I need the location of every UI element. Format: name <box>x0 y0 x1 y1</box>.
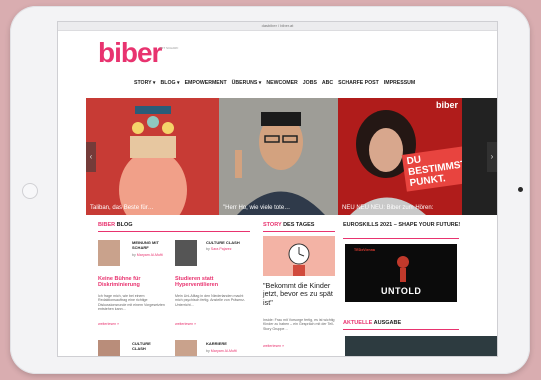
story-divider <box>263 231 335 232</box>
blog-title-rest: BLOG <box>115 222 133 228</box>
story-excerpt: Inside: Frau mit Vorsorge fertig, es ist… <box>263 318 335 331</box>
story-more[interactable]: weiterlesen » <box>263 344 284 348</box>
carousel-next-icon[interactable]: › <box>487 142 497 172</box>
blog-category-4[interactable]: KARRIERE <box>206 341 252 347</box>
blog-headline-2[interactable]: Studieren statt Hyperventilieren <box>175 276 251 289</box>
story-title-rest: DES TAGES <box>281 222 315 228</box>
blog-divider <box>98 231 250 232</box>
nav-scharfe-post[interactable]: SCHARFE POST <box>338 80 379 90</box>
nav-impressum[interactable]: IMPRESSUM <box>384 80 415 90</box>
hero-slide-1[interactable]: Taliban, das Beste für… <box>86 98 219 215</box>
nav-story[interactable]: STORY ▾ <box>134 80 156 90</box>
site-logo[interactable]: biber <box>98 38 162 68</box>
blog-category-3[interactable]: CULTURE CLASH <box>132 341 162 352</box>
current-issue-cover[interactable] <box>345 336 497 356</box>
blog-excerpt-1: Ich frage mich, wie bei einem Redaktions… <box>98 294 165 312</box>
blog-more-1[interactable]: weiterlesen » <box>98 322 119 326</box>
current-divider <box>343 329 459 330</box>
browser-screen: dasbiber / biber.at biber MIT SCHARF STO… <box>58 22 497 356</box>
home-button[interactable] <box>22 183 38 199</box>
address-bar[interactable]: dasbiber / biber.at <box>58 22 497 31</box>
nav-jobs[interactable]: JOBS <box>303 80 317 90</box>
hero-carousel: Taliban, das Beste für… "Herr Ho, wie vi… <box>86 98 497 215</box>
story-headline[interactable]: "Bekommt die Kinder jetzt, bevor es zu s… <box>263 281 335 307</box>
clock-illustration-icon <box>263 236 335 276</box>
blog-thumb-1[interactable] <box>98 240 120 266</box>
story-section-title: STORY DES TAGES <box>263 222 314 228</box>
story-title-pink: STORY <box>263 222 282 228</box>
blog-byline-4: by Maryam Al-Mufti <box>206 349 237 353</box>
blog-excerpt-2: Mein Uni-Alltag in den Niederlanden mach… <box>175 294 246 307</box>
blog-title-pink: BIBER <box>98 222 116 228</box>
nav-newcomer[interactable]: NEWCOMER <box>266 80 297 90</box>
hero-slide-2[interactable]: "Herr Ho, wie viele tote… <box>219 98 338 215</box>
portrait-man-icon <box>219 98 338 215</box>
blog-section-title: BIBER BLOG <box>98 222 133 228</box>
main-nav: STORY ▾ BLOG ▾ EMPOWERMENT ÜBERUNS ▾ NEW… <box>134 80 494 90</box>
camera-icon <box>518 187 523 192</box>
blog-category-1[interactable]: MEINUNG MIT SCHARF <box>132 240 172 251</box>
hero-caption-1: Taliban, das Beste für… <box>90 205 154 211</box>
blog-category-2[interactable]: CULTURE CLASH <box>206 240 252 246</box>
blog-more-2[interactable]: weiterlesen » <box>175 322 196 326</box>
current-title-rest: AUSGABE <box>372 320 402 326</box>
blog-thumb-3[interactable] <box>98 340 120 356</box>
blog-byline-1: by Maryam Al-Mufti <box>132 253 163 257</box>
nav-abc[interactable]: ABC <box>322 80 333 90</box>
nav-ueber-uns[interactable]: ÜBERUNS ▾ <box>232 80 262 90</box>
blog-thumb-2[interactable] <box>175 240 197 266</box>
blog-thumb-4[interactable] <box>175 340 197 356</box>
hero-caption-3: NEU NEU NEU: Biber zum Hören: <box>342 205 434 211</box>
euroskills-title[interactable]: EUROSKILLS 2021 – SHAPE YOUR FUTURE! <box>343 222 463 228</box>
hero-slide-3[interactable]: biber DU BESTIMMST. PUNKT. NEU NEU NEU: … <box>338 98 462 215</box>
current-title-pink: AKTUELLE <box>343 320 373 326</box>
hero-caption-2: "Herr Ho, wie viele tote… <box>223 205 291 211</box>
illustration-head-icon <box>86 98 219 215</box>
nav-blog[interactable]: BLOG ▾ <box>161 80 180 90</box>
hero-logo-badge: biber <box>435 100 458 110</box>
nav-empowerment[interactable]: EMPOWERMENT <box>185 80 227 90</box>
promo-label: TEDxVienna <box>354 248 375 252</box>
blog-headline-1[interactable]: Keine Bühne für Diskriminierung <box>98 276 170 289</box>
promo-text: UNTOLD <box>381 286 422 296</box>
current-issue-title: AKTUELLE AUSGABE <box>343 320 401 326</box>
euroskills-divider <box>343 238 459 239</box>
carousel-prev-icon[interactable]: ‹ <box>86 142 96 172</box>
logo-tagline: MIT SCHARF <box>160 46 179 50</box>
blog-byline-2: by Sara Pajarez <box>206 247 232 251</box>
story-image[interactable] <box>263 236 335 276</box>
